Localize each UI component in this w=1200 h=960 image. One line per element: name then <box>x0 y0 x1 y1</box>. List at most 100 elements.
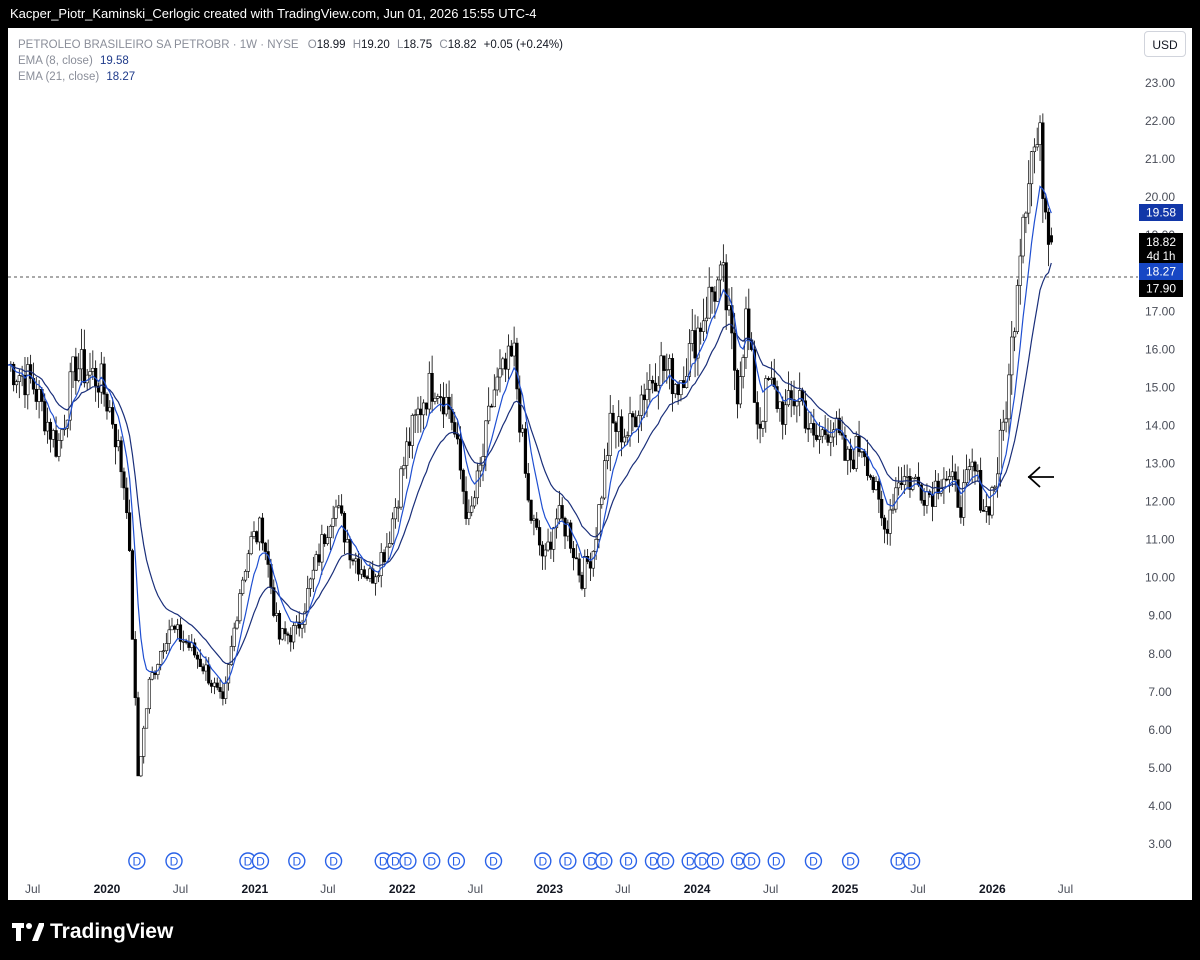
ema8-line <box>8 185 1052 685</box>
candle-body <box>535 518 539 528</box>
candle <box>707 267 711 319</box>
dividend-marker[interactable]: D <box>706 852 724 870</box>
svg-text:D: D <box>747 855 756 869</box>
dividend-marker[interactable]: D <box>841 852 860 870</box>
candle <box>331 505 335 539</box>
candle <box>537 520 542 556</box>
candle <box>57 433 61 462</box>
dividend-marker[interactable]: D <box>251 852 270 870</box>
candle <box>682 366 686 389</box>
candle <box>424 402 429 416</box>
candle-body <box>130 550 135 640</box>
candle <box>515 337 519 400</box>
candle <box>812 408 816 448</box>
dividend-marker[interactable]: D <box>767 852 785 870</box>
candle-body <box>458 438 462 471</box>
candle-body <box>990 487 994 516</box>
candle-body <box>328 526 332 538</box>
candle <box>880 490 884 526</box>
candle-body <box>204 664 208 672</box>
candle <box>865 439 870 481</box>
dividend-marker[interactable]: D <box>619 852 638 870</box>
candle-body <box>325 537 330 545</box>
candle-body <box>407 441 412 446</box>
candle <box>574 544 578 560</box>
price-chart[interactable]: 23.0022.0021.0020.0019.0018.0017.0016.00… <box>8 28 1192 900</box>
candle <box>224 676 228 705</box>
candle-body <box>470 505 474 513</box>
candle-body <box>150 672 154 680</box>
candle-body <box>1046 211 1051 245</box>
currency-button[interactable]: USD <box>1144 31 1186 57</box>
svg-text:D: D <box>244 855 253 869</box>
candle-body <box>806 428 810 430</box>
candle <box>781 396 785 440</box>
dividend-marker[interactable]: D <box>742 852 761 870</box>
dividend-marker[interactable]: D <box>804 852 823 870</box>
candle <box>617 400 621 447</box>
candle-body <box>506 345 511 370</box>
candle-body <box>851 459 856 469</box>
dividend-marker[interactable]: D <box>288 852 306 870</box>
candle-body <box>504 358 508 370</box>
y-tick-label: 6.00 <box>1148 723 1172 737</box>
candle-body <box>255 531 259 543</box>
candle <box>60 429 64 449</box>
candle-body <box>467 511 471 519</box>
candle <box>475 462 479 505</box>
candle-body <box>738 376 742 405</box>
dividend-marker[interactable]: D <box>656 852 675 870</box>
candle-body <box>207 664 211 684</box>
dividend-marker[interactable]: D <box>447 852 466 870</box>
price-label-last: 18.82 4d 1h <box>1139 233 1183 264</box>
dividend-marker[interactable]: D <box>902 852 921 870</box>
candle <box>653 363 658 392</box>
dividend-marker[interactable]: D <box>399 852 417 870</box>
candle <box>77 353 81 383</box>
candle-body <box>724 262 728 311</box>
candle-body <box>778 401 782 409</box>
candle-body <box>874 481 878 490</box>
candle-body <box>439 396 443 398</box>
annotation-arrow <box>1027 466 1054 488</box>
candle-body <box>1010 336 1014 376</box>
y-axis-labels: 23.0022.0021.0020.0019.0018.0017.0016.00… <box>1145 76 1175 851</box>
candle-body <box>173 625 177 630</box>
candle <box>232 622 236 652</box>
candle-body <box>769 377 774 380</box>
symbol-title[interactable]: PETROLEO BRASILEIRO SA PETROBR · 1W · NY… <box>18 39 299 51</box>
dividend-marker[interactable]: D <box>128 852 146 870</box>
candle <box>798 372 802 417</box>
candle-body <box>936 480 940 494</box>
dividend-marker[interactable]: D <box>595 852 613 870</box>
svg-text:D: D <box>379 855 388 869</box>
candle <box>718 260 723 299</box>
svg-text:D: D <box>170 855 179 869</box>
dividend-marker[interactable]: D <box>324 852 343 870</box>
candle <box>382 549 386 564</box>
candle-body <box>882 517 887 530</box>
y-tick-label: 16.00 <box>1145 342 1175 356</box>
chart-panel[interactable]: 23.0022.0021.0020.0019.0018.0017.0016.00… <box>8 28 1192 900</box>
candle <box>487 387 491 425</box>
candle <box>521 424 525 437</box>
candle <box>569 519 573 554</box>
dividend-marker[interactable]: D <box>165 852 183 870</box>
candle <box>885 520 889 545</box>
candle <box>803 390 807 434</box>
candle-body <box>410 415 414 446</box>
candle <box>416 396 420 434</box>
candle <box>860 451 864 458</box>
candle-body <box>1018 255 1022 286</box>
ema8-legend-row[interactable]: EMA (8, close) 19.58 <box>18 53 563 69</box>
candle <box>506 334 511 380</box>
candle <box>317 543 321 566</box>
ema21-legend-row[interactable]: EMA (21, close) 18.27 <box>18 69 563 85</box>
dividend-marker[interactable]: D <box>559 852 577 870</box>
dividend-marker[interactable]: D <box>534 852 552 870</box>
candle-body <box>950 471 954 477</box>
candle-body <box>54 430 58 457</box>
candle-body <box>984 506 988 512</box>
dividend-marker[interactable]: D <box>423 852 441 870</box>
dividend-marker[interactable]: D <box>484 852 503 870</box>
